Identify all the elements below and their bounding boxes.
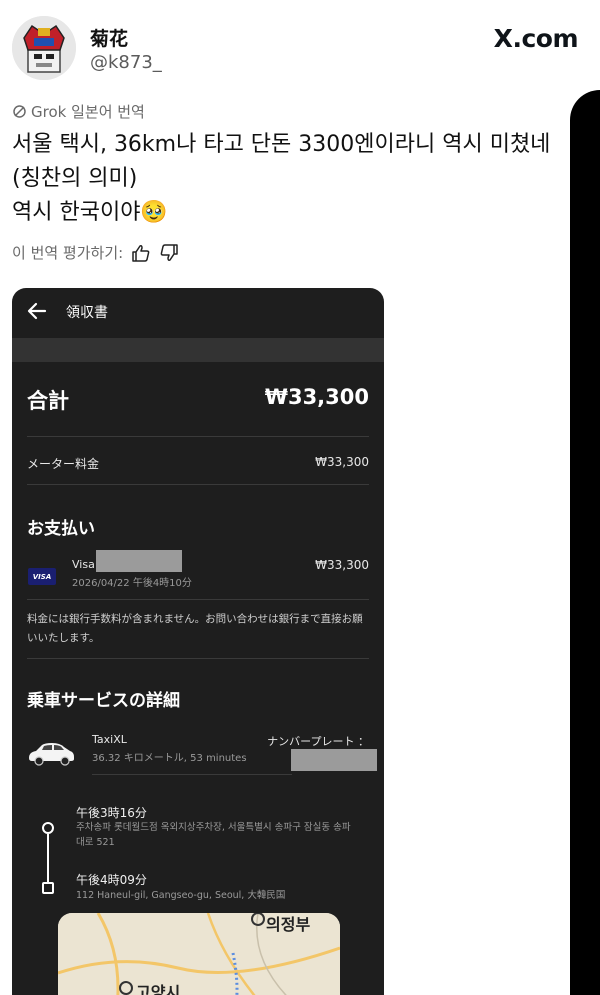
divider-strip bbox=[12, 338, 384, 362]
display-name[interactable]: 菊花 bbox=[90, 24, 128, 51]
map-label: 고양시 bbox=[136, 983, 181, 995]
ride-section-title: 乗車サービスの詳細 bbox=[27, 691, 180, 711]
map-label: 의정부 bbox=[266, 915, 311, 934]
dropoff-time: 午後4時09分 bbox=[76, 873, 147, 887]
site-logo: X.com bbox=[493, 24, 579, 53]
background-edge bbox=[570, 90, 600, 995]
trip-distance: 36.32 キロメートル, 53 minutes bbox=[92, 753, 247, 764]
pickup-address: 주차송파 롯데월드점 옥외지상주차장, 서울특별시 송파구 잠실동 송파대로 5… bbox=[76, 822, 351, 848]
plate-label: ナンバープレート ： bbox=[267, 735, 369, 748]
dropoff-square-icon bbox=[42, 882, 54, 894]
dropoff-address: 112 Haneul-gil, Gangseo-gu, Seoul, 大韓民国 bbox=[76, 890, 286, 901]
divider bbox=[92, 774, 292, 775]
redacted-card-number bbox=[96, 550, 182, 572]
pickup-time: 午後3時16分 bbox=[76, 806, 147, 820]
meter-value: ₩33,300 bbox=[315, 455, 369, 469]
divider bbox=[27, 484, 369, 485]
arrow-left-icon[interactable] bbox=[26, 300, 48, 322]
tweet-card: 菊花 @k873_ X.com Grok 일본어 번역 서울 택시, 36km나… bbox=[0, 0, 600, 995]
vehicle-type: TaxiXL bbox=[92, 733, 127, 746]
receipt-screenshot[interactable]: 領収書 合計 ₩33,300 メーター料金 ₩33,300 お支払い VISA … bbox=[12, 288, 384, 995]
tweet-line: (칭찬의 의미) bbox=[12, 166, 138, 191]
rate-label: 이 번역 평가하기: bbox=[12, 244, 124, 262]
avatar[interactable] bbox=[12, 16, 76, 80]
divider bbox=[27, 436, 369, 437]
payment-value: ₩33,300 bbox=[315, 558, 369, 572]
payment-datetime: 2026/04/22 午後4時10分 bbox=[72, 578, 192, 589]
visa-card-icon: VISA bbox=[28, 568, 56, 585]
redacted-plate-number bbox=[291, 749, 377, 771]
receipt-topbar: 領収書 bbox=[12, 288, 384, 338]
thumbs-down-icon[interactable] bbox=[159, 243, 179, 262]
payment-section-title: お支払い bbox=[27, 519, 95, 539]
bank-fee-note: 料金には銀行手数料が含まれません。お問い合わせは銀行まで直接お願いいたします。 bbox=[27, 613, 363, 644]
rate-translation: 이 번역 평가하기: bbox=[12, 242, 179, 263]
translation-label: Grok 일본어 번역 bbox=[12, 101, 145, 122]
user-handle[interactable]: @k873_ bbox=[90, 52, 162, 73]
total-value: ₩33,300 bbox=[264, 385, 369, 409]
card-name: Visa bbox=[72, 558, 95, 571]
tweet-line: 역시 한국이야🥹 bbox=[12, 200, 168, 225]
route-map[interactable]: 의정부 고양시 bbox=[58, 913, 340, 995]
divider bbox=[27, 599, 369, 600]
thumbs-up-icon[interactable] bbox=[131, 244, 151, 262]
total-label: 合計 bbox=[27, 389, 69, 413]
tweet-line: 서울 택시, 36km나 타고 단돈 3300엔이라니 역시 미쳤네 bbox=[12, 132, 551, 157]
car-icon bbox=[29, 743, 74, 766]
route-line bbox=[47, 834, 49, 882]
grok-icon bbox=[13, 105, 26, 118]
divider bbox=[27, 658, 369, 659]
translation-label-text: Grok 일본어 번역 bbox=[31, 103, 145, 121]
tweet-text: 서울 택시, 36km나 타고 단돈 3300엔이라니 역시 미쳤네 (칭찬의 … bbox=[12, 128, 582, 230]
pickup-dot-icon bbox=[42, 822, 54, 834]
card-brand: VISA bbox=[32, 572, 52, 581]
receipt-title: 領収書 bbox=[66, 305, 108, 321]
meter-label: メーター料金 bbox=[27, 457, 100, 471]
